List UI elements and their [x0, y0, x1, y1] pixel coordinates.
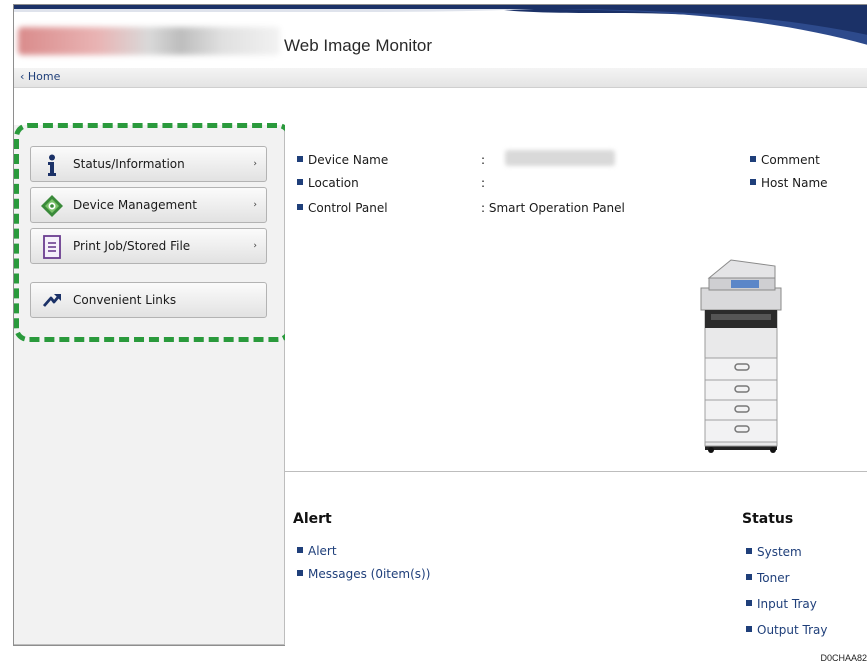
- info-value: :: [481, 176, 486, 190]
- info-label: Comment: [761, 153, 820, 167]
- sidebar-item-label: Status/Information: [73, 157, 185, 171]
- info-label: Location: [308, 176, 359, 190]
- app-title: Web Image Monitor: [284, 36, 433, 55]
- top-header: Web Image Monitor: [14, 5, 867, 69]
- bullet-icon: [297, 179, 303, 185]
- info-label: Control Panel: [308, 201, 388, 215]
- link-label: Messages (0item(s)): [308, 567, 431, 581]
- sidebar-item-convenient-links[interactable]: Convenient Links: [30, 282, 267, 318]
- info-value: :: [481, 153, 486, 167]
- info-row-host-name: Host Name: [750, 176, 828, 190]
- alert-link[interactable]: Alert: [297, 544, 337, 558]
- chevron-right-icon: ›: [253, 241, 257, 251]
- sidebar-item-device-management[interactable]: Device Management ›: [30, 187, 267, 223]
- bullet-icon: [746, 548, 752, 554]
- manufacturer-logo: [18, 27, 280, 55]
- printer-image: [700, 259, 782, 453]
- link-label: System: [757, 545, 802, 559]
- breadcrumb: ‹ Home: [14, 68, 867, 88]
- link-label: Output Tray: [757, 623, 828, 637]
- link-label: Input Tray: [757, 597, 817, 611]
- info-label: Host Name: [761, 176, 828, 190]
- divider: [14, 644, 284, 645]
- device-management-icon: [41, 195, 63, 217]
- info-value: : Smart Operation Panel: [481, 201, 625, 215]
- sidebar: Status/Information › Device Management ›…: [14, 125, 285, 645]
- device-name-value: [505, 150, 615, 166]
- info-label: Device Name: [308, 153, 389, 167]
- bullet-icon: [297, 570, 303, 576]
- status-heading: Status: [742, 511, 794, 527]
- chevron-right-icon: ›: [253, 200, 257, 210]
- toner-link[interactable]: Toner: [746, 571, 790, 585]
- info-row-device-name: Device Name: [297, 153, 388, 167]
- link-arrow-icon: [42, 294, 61, 307]
- alert-status-panel: Alert Alert Messages (0item(s)) Status S…: [285, 471, 867, 646]
- bullet-icon: [746, 626, 752, 632]
- bullet-icon: [750, 179, 756, 185]
- info-row-control-panel: Control Panel: [297, 201, 388, 215]
- bullet-icon: [750, 156, 756, 162]
- home-link[interactable]: ‹ Home: [20, 70, 60, 83]
- browser-frame: Web Image Monitor ‹ Home Status/Informat…: [13, 4, 867, 646]
- sidebar-item-label: Convenient Links: [73, 293, 177, 307]
- link-label: Toner: [757, 571, 790, 585]
- info-icon: [48, 154, 56, 176]
- bullet-icon: [746, 600, 752, 606]
- messages-link[interactable]: Messages (0item(s)): [297, 567, 430, 581]
- system-link[interactable]: System: [746, 545, 802, 559]
- info-row-comment: Comment: [750, 153, 820, 167]
- alert-heading: Alert: [293, 511, 332, 527]
- device-info-panel: Device Name : Location : Control Panel :…: [285, 125, 867, 471]
- document-icon: [43, 235, 61, 259]
- sidebar-item-print-job-stored-file[interactable]: Print Job/Stored File ›: [30, 228, 267, 264]
- bullet-icon: [297, 156, 303, 162]
- input-tray-link[interactable]: Input Tray: [746, 597, 817, 611]
- bullet-icon: [746, 574, 752, 580]
- sidebar-item-status-information[interactable]: Status/Information ›: [30, 146, 267, 182]
- chevron-left-icon: ‹: [20, 70, 25, 83]
- info-row-location: Location: [297, 176, 359, 190]
- chevron-right-icon: ›: [253, 159, 257, 169]
- bullet-icon: [297, 547, 303, 553]
- home-label: Home: [27, 70, 61, 83]
- output-tray-link[interactable]: Output Tray: [746, 623, 827, 637]
- link-label: Alert: [308, 544, 337, 558]
- bullet-icon: [297, 204, 303, 210]
- figure-code: D0CHAA82: [820, 653, 867, 663]
- sidebar-item-label: Device Management: [73, 198, 197, 212]
- sidebar-item-label: Print Job/Stored File: [73, 239, 191, 253]
